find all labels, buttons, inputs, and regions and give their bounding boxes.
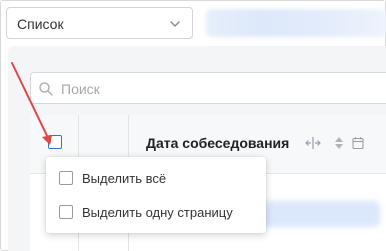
select-all-option[interactable]: Выделить всё <box>46 161 266 195</box>
select-options-menu: Выделить всё Выделить одну страницу <box>46 157 266 233</box>
select-all-option-label: Выделить всё <box>82 171 167 186</box>
select-all-option-checkbox[interactable] <box>59 171 73 185</box>
select-page-option-label: Выделить одну страницу <box>82 205 233 220</box>
select-page-option[interactable]: Выделить одну страницу <box>46 195 266 229</box>
select-page-option-checkbox[interactable] <box>59 205 73 219</box>
